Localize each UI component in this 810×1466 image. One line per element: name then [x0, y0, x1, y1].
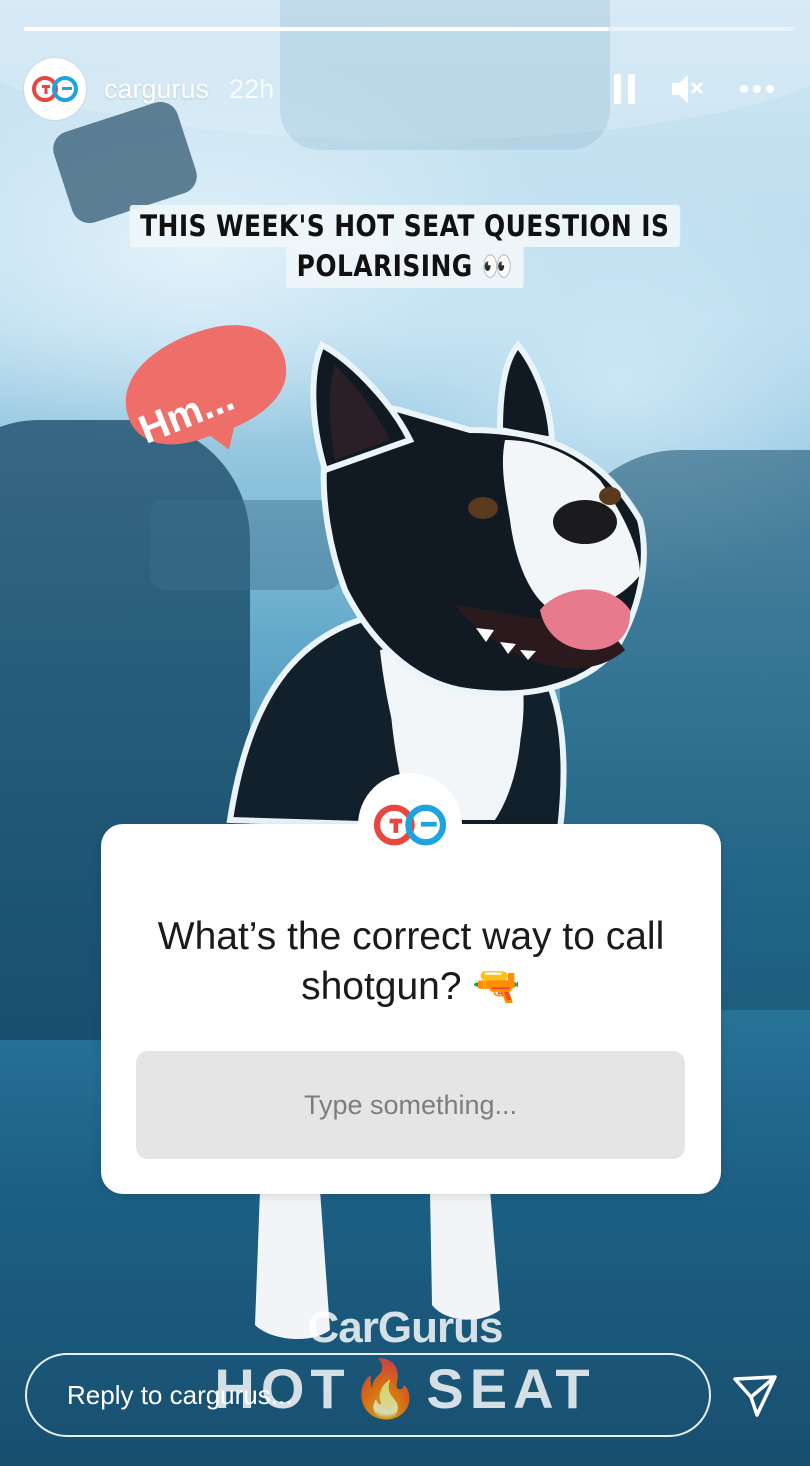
story-controls: [614, 74, 794, 104]
story-view[interactable]: cargurus 22h THIS WEEK'S HOT SEAT QUESTI…: [0, 0, 810, 1466]
story-progress-bar: [24, 27, 794, 31]
story-header: cargurus 22h: [24, 57, 794, 121]
caption-line-2: POLARISING 👀: [0, 245, 810, 288]
caption-line-1: THIS WEEK'S HOT SEAT QUESTION IS: [0, 205, 810, 247]
question-text: What’s the correct way to call shotgun? …: [157, 915, 665, 1008]
question-sticker: What’s the correct way to call shotgun? …: [101, 824, 721, 1194]
more-options-icon[interactable]: [740, 85, 774, 93]
cargurus-logo-icon: [373, 804, 447, 846]
story-username[interactable]: cargurus: [104, 74, 209, 105]
muted-speaker-icon[interactable]: [672, 74, 704, 104]
story-timestamp: 22h: [229, 73, 275, 104]
speech-bubble-sticker: Hm...: [125, 325, 287, 453]
pause-icon[interactable]: [614, 74, 636, 104]
question-sticker-avatar: [358, 773, 462, 877]
caption-text-1: THIS WEEK'S HOT SEAT QUESTION IS: [130, 205, 680, 247]
cargurus-wordmark: CarGurus: [307, 1303, 504, 1352]
reply-bar: Reply to cargurus...: [25, 1353, 785, 1441]
story-progress-fill: [24, 27, 610, 31]
profile-avatar[interactable]: [24, 58, 86, 120]
caption-text-2: POLARISING 👀: [286, 245, 524, 288]
send-icon[interactable]: [731, 1371, 779, 1419]
cargurus-logo-icon: [32, 76, 78, 102]
reply-input[interactable]: Reply to cargurus...: [25, 1353, 711, 1437]
question-answer-input[interactable]: Type something...: [136, 1051, 685, 1159]
